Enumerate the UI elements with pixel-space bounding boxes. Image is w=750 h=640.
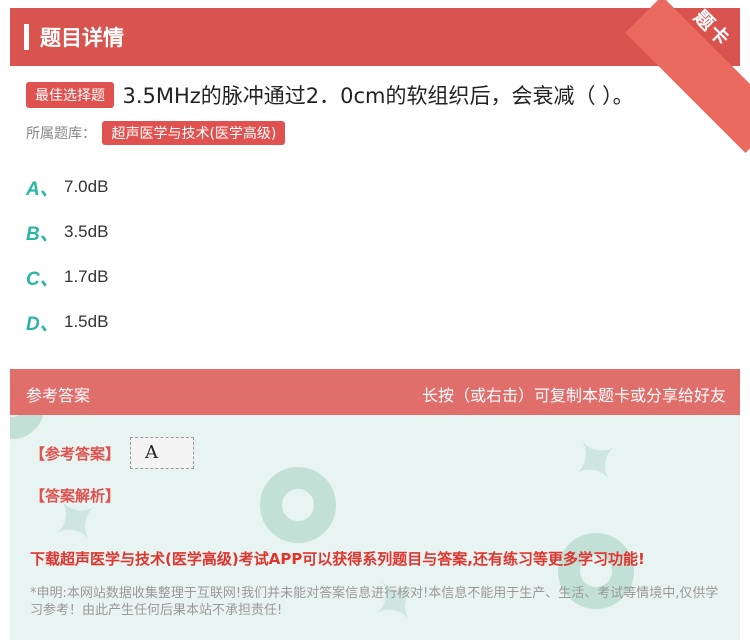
answer-section-title: 参考答案: [26, 386, 91, 405]
option-a[interactable]: A、 7.0dB: [26, 175, 109, 200]
option-text: 1.5dB: [64, 312, 109, 331]
question-text: 3.5MHz的脉冲通过2．0cm的软组织后，会衰减（ ）。: [122, 84, 634, 108]
watermark-logo-icon: [10, 415, 44, 439]
option-text: 3.5dB: [64, 222, 109, 241]
disclaimer-text: *申明:本网站数据收集整理于互联网!我们并未能对答案信息进行核对!本信息不能用于…: [30, 586, 719, 618]
analysis-label: 【答案解析】: [30, 487, 121, 505]
option-letter: B、: [26, 223, 59, 245]
question-bank-label: 所属题库：: [26, 126, 96, 142]
watermark-icon: ✦: [553, 416, 640, 508]
question-row: 最佳选择题 3.5MHz的脉冲通过2．0cm的软组织后，会衰减（ ）。: [26, 80, 736, 110]
option-text: 1.7dB: [64, 267, 109, 286]
answer-label: 【参考答案】: [30, 445, 121, 463]
answer-section-header: 参考答案 长按（或右击）可复制本题卡或分享给好友: [10, 369, 740, 415]
app-promo-link[interactable]: 下载超声医学与技术(医学高级)考试APP可以获得系列题目与答案,还有练习等更多学…: [30, 548, 645, 569]
option-letter: A、: [26, 178, 59, 200]
answer-section-body: ✦ ✦ ✦ 【参考答案】 A 【答案解析】 下载超声医学与技术(医学高级)考试A…: [10, 415, 740, 640]
option-c[interactable]: C、 1.7dB: [26, 265, 109, 290]
question-bank-tag[interactable]: 超声医学与技术(医学高级): [102, 121, 286, 145]
option-d[interactable]: D、 1.5dB: [26, 310, 109, 335]
question-type-badge: 最佳选择题: [26, 82, 114, 108]
option-b[interactable]: B、 3.5dB: [26, 220, 109, 245]
watermark-logo-icon: [260, 467, 336, 543]
option-letter: C、: [26, 268, 59, 290]
option-letter: D、: [26, 313, 59, 335]
answer-value: A: [145, 442, 158, 463]
answer-image: A: [130, 437, 194, 469]
header-accent-mark: [24, 24, 29, 50]
option-text: 7.0dB: [64, 177, 109, 196]
page-title: 题目详情: [40, 26, 124, 50]
question-bank-row: 所属题库： 超声医学与技术(医学高级): [26, 121, 286, 145]
share-hint: 长按（或右击）可复制本题卡或分享给好友: [421, 386, 726, 405]
